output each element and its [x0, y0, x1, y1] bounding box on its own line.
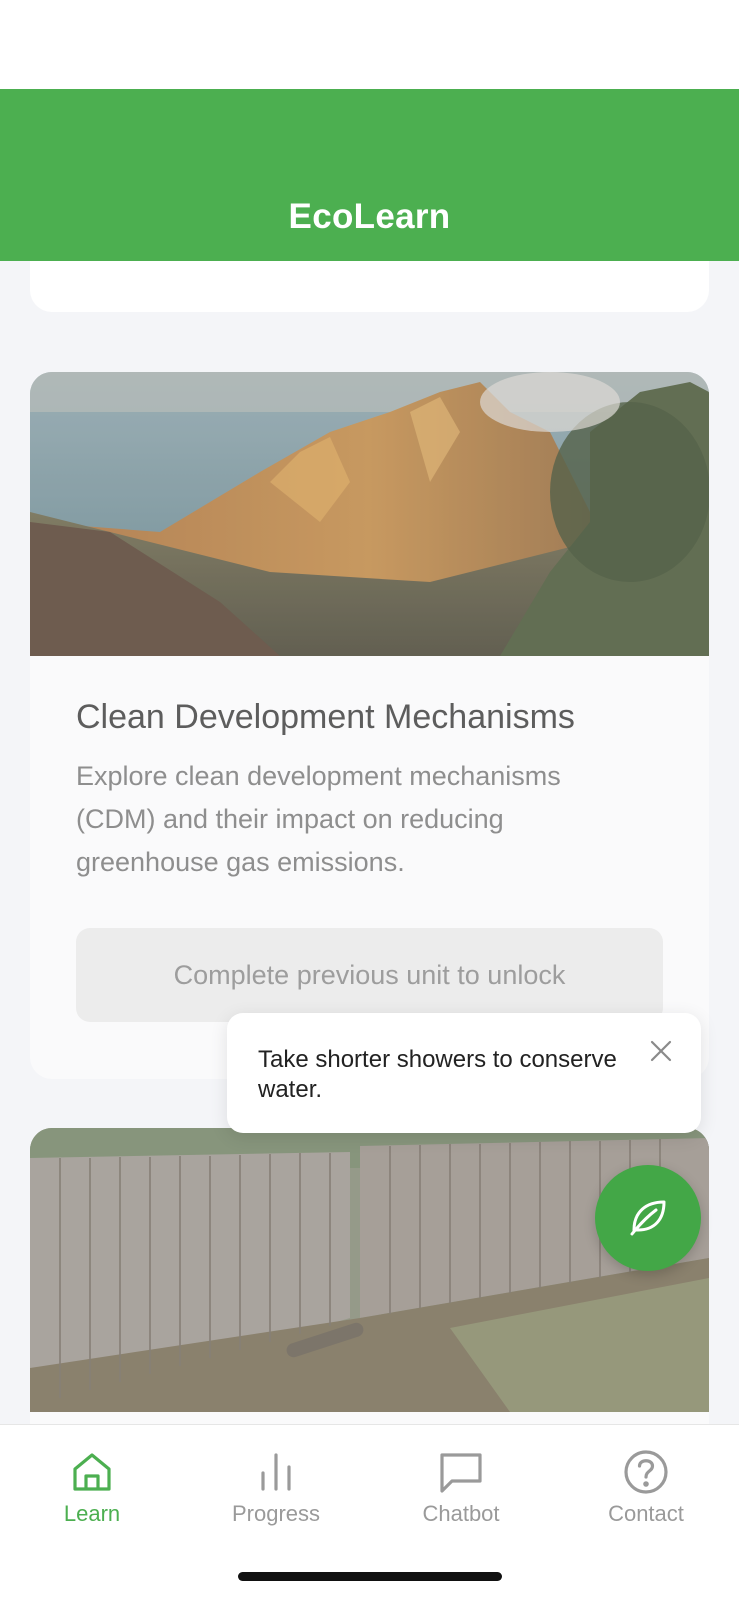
home-indicator [238, 1572, 502, 1581]
unit-card[interactable] [30, 1128, 709, 1424]
close-icon[interactable] [643, 1033, 679, 1069]
tab-learn[interactable]: Learn [0, 1425, 184, 1545]
tip-toast: Take shorter showers to conserve water. [227, 1013, 701, 1133]
tips-fab-button[interactable] [595, 1165, 701, 1271]
chat-bubble-icon [436, 1447, 486, 1497]
help-circle-icon [621, 1447, 671, 1497]
unit-card[interactable]: Clean Development Mechanisms Explore cle… [30, 372, 709, 1079]
tab-label: Learn [63, 1501, 121, 1526]
tab-label: Progress [231, 1501, 321, 1526]
tip-message: Take shorter showers to conserve water. [258, 1046, 617, 1103]
unit-image-coastal-mountain [30, 372, 709, 656]
app-title: EcoLearn [288, 197, 451, 236]
tab-label: Chatbot [422, 1501, 500, 1526]
bar-chart-icon [251, 1447, 301, 1497]
tab-label: Contact [608, 1501, 684, 1526]
unit-description: Explore clean development mechanisms (CD… [76, 761, 561, 877]
status-bar [0, 0, 739, 89]
tab-progress[interactable]: Progress [184, 1425, 368, 1545]
tab-contact[interactable]: Contact [554, 1425, 738, 1545]
home-icon [67, 1447, 117, 1497]
locked-unit-button[interactable]: Complete previous unit to unlock [76, 928, 663, 1022]
leaf-icon [624, 1192, 672, 1245]
unit-card[interactable] [30, 261, 709, 312]
unit-title: Clean Development Mechanisms [76, 698, 575, 736]
tab-chatbot[interactable]: Chatbot [369, 1425, 553, 1545]
unit-image-wooden-fence [30, 1128, 709, 1412]
